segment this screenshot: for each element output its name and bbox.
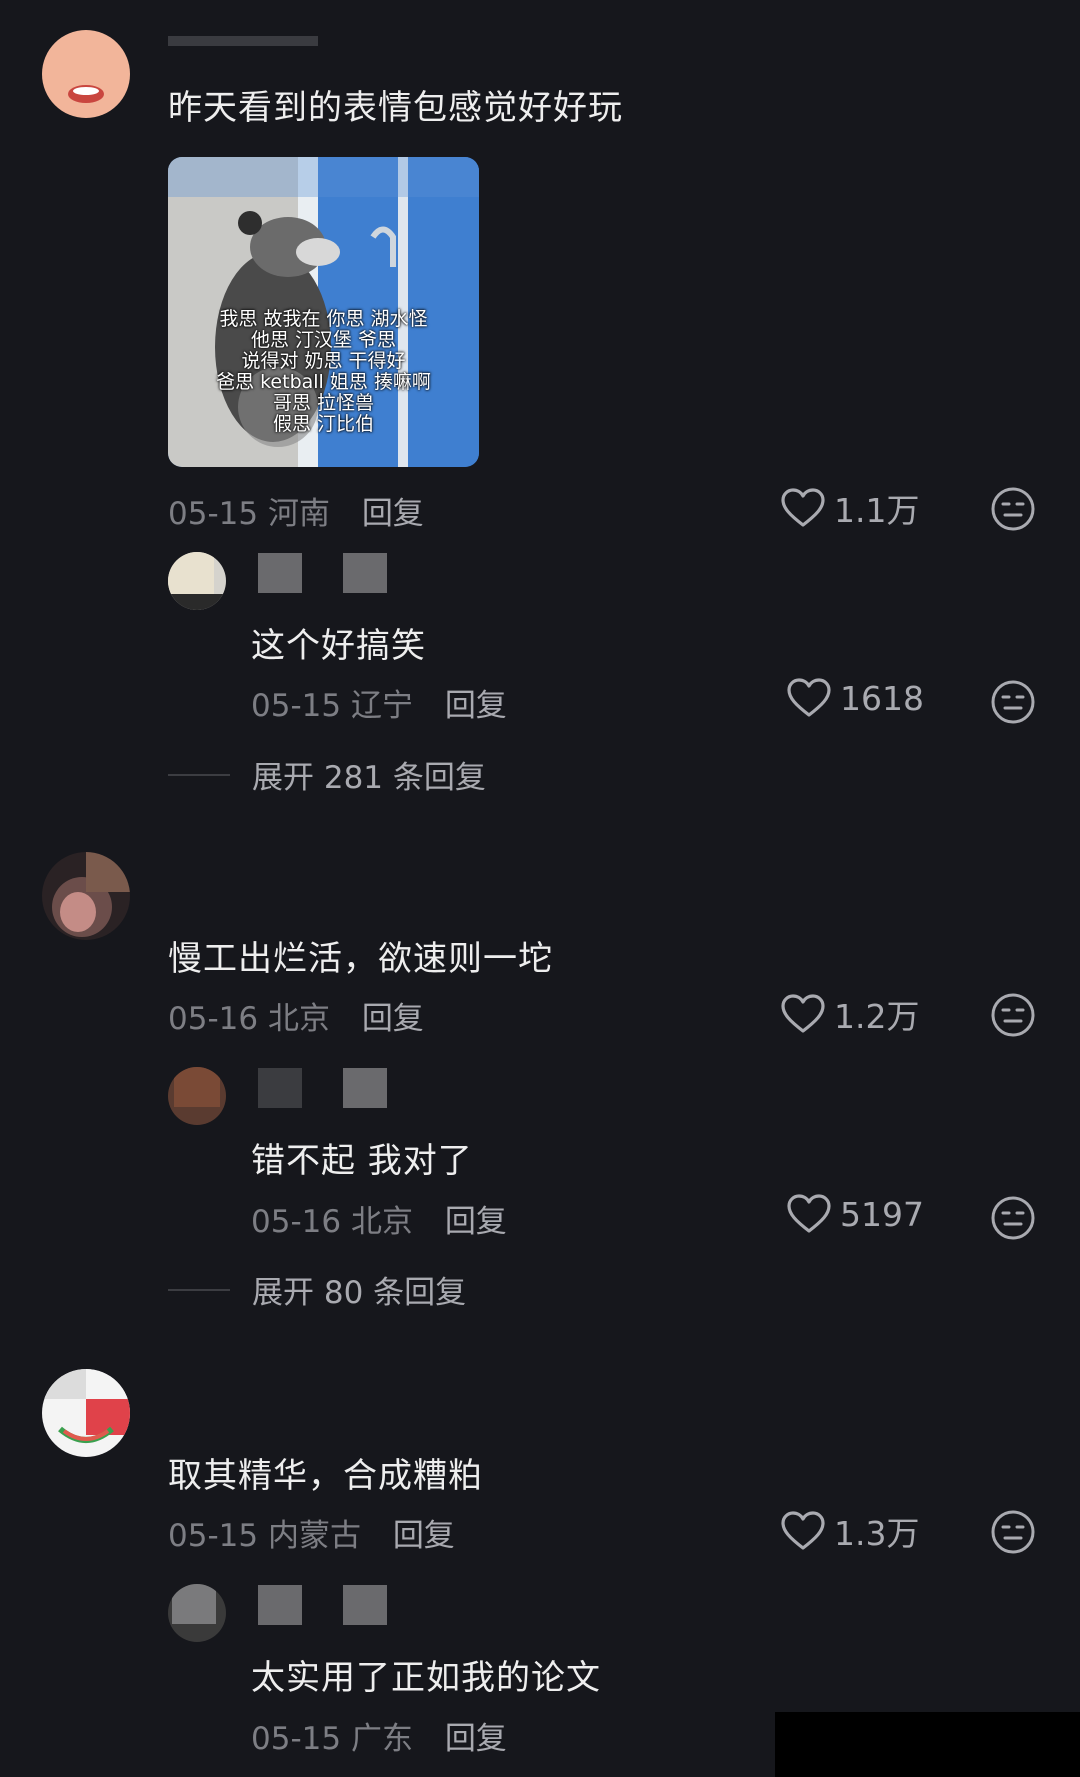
neutral-face-icon[interactable]: [990, 679, 1036, 725]
reply-location: 辽宁: [350, 688, 413, 724]
comment-text: 慢工出烂活，欲速则一坨: [168, 939, 553, 979]
reply-meta: 05-15 辽宁 回复: [251, 680, 507, 725]
divider-line: [168, 1288, 230, 1291]
divider-line: [168, 773, 230, 776]
comment-location: 内蒙古: [267, 1518, 361, 1554]
cropped-overlay: [775, 1712, 1080, 1777]
reply-button[interactable]: 回复: [445, 1721, 507, 1757]
like-count: 1.2万: [834, 997, 920, 1036]
neutral-face-icon[interactable]: [990, 1195, 1036, 1241]
user-avatar[interactable]: [42, 852, 130, 940]
reply-location: 广东: [350, 1721, 413, 1757]
expand-replies-button[interactable]: 展开 281 条回复: [168, 752, 486, 797]
reply-button[interactable]: 回复: [445, 688, 507, 724]
expand-label: 展开 80 条回复: [252, 1275, 467, 1311]
reply-location: 北京: [350, 1204, 413, 1240]
comment-text: 昨天看到的表情包感觉好好玩: [168, 88, 623, 128]
reply-button[interactable]: 回复: [362, 1001, 424, 1037]
comment-date: 05-16: [168, 1001, 259, 1037]
comment-meta: 05-15 内蒙古 回复: [168, 1510, 455, 1555]
like-button[interactable]: 1.1万: [780, 484, 919, 532]
comment-meta: 05-16 北京 回复: [168, 993, 424, 1038]
reply-meta: 05-16 北京 回复: [251, 1196, 507, 1241]
like-count: 1.1万: [834, 491, 920, 530]
reply-avatar[interactable]: [168, 1067, 226, 1125]
comment-location: 河南: [267, 496, 330, 532]
like-button[interactable]: 1.3万: [780, 1507, 919, 1555]
blurred-username: [258, 1585, 302, 1625]
reply-button[interactable]: 回复: [445, 1204, 507, 1240]
comment-date: 05-15: [168, 1518, 259, 1554]
comment-date: 05-15: [168, 496, 259, 532]
meme-image[interactable]: 我思 故我在 你思 湖水怪 他思 汀汉堡 爷思 说得对 奶思 干得好 爸思 ke…: [168, 157, 479, 467]
expand-replies-button[interactable]: 展开 80 条回复: [168, 1267, 466, 1312]
user-avatar[interactable]: [42, 1369, 130, 1457]
like-button[interactable]: 5197: [786, 1193, 924, 1235]
reply-date: 05-15: [251, 1721, 342, 1757]
reply-date: 05-16: [251, 1204, 342, 1240]
blurred-username: [343, 1068, 387, 1108]
comment-meta: 05-15 河南 回复: [168, 488, 424, 533]
reply-avatar[interactable]: [168, 1584, 226, 1642]
blurred-username: [258, 1068, 302, 1108]
like-count: 1618: [840, 678, 924, 718]
reply-date: 05-15: [251, 688, 342, 724]
reply-meta: 05-15 广东 回复: [251, 1713, 507, 1758]
reply-text: 这个好搞笑: [251, 626, 426, 666]
heart-outline-icon: [787, 678, 831, 717]
blurred-username: [258, 553, 302, 593]
reply-button[interactable]: 回复: [393, 1518, 455, 1554]
heart-outline-icon: [781, 488, 825, 527]
like-count: 5197: [840, 1194, 924, 1234]
like-count: 1.3万: [834, 1514, 920, 1553]
neutral-face-icon[interactable]: [990, 992, 1036, 1038]
comment-list: 昨天看到的表情包感觉好好玩 我思 故我在 你思 湖水怪 他思 汀汉堡 爷思 说得…: [0, 0, 1080, 1777]
blurred-username: [343, 1585, 387, 1625]
heart-outline-icon: [781, 1511, 825, 1550]
blurred-username: [343, 553, 387, 593]
comment-location: 北京: [267, 1001, 330, 1037]
meme-caption: 我思 故我在 你思 湖水怪 他思 汀汉堡 爷思 说得对 奶思 干得好 爸思 ke…: [216, 308, 431, 435]
expand-label: 展开 281 条回复: [252, 760, 486, 796]
like-button[interactable]: 1618: [786, 677, 924, 719]
like-button[interactable]: 1.2万: [780, 990, 919, 1038]
reply-text: 太实用了正如我的论文: [251, 1658, 601, 1698]
user-avatar[interactable]: [42, 30, 130, 118]
blurred-username: [168, 36, 318, 46]
heart-outline-icon: [787, 1194, 831, 1233]
neutral-face-icon[interactable]: [990, 486, 1036, 532]
reply-text: 错不起 我对了: [251, 1141, 473, 1181]
reply-button[interactable]: 回复: [362, 496, 424, 532]
comment-text: 取其精华，合成糟粕: [168, 1456, 483, 1496]
neutral-face-icon[interactable]: [990, 1509, 1036, 1555]
reply-avatar[interactable]: [168, 552, 226, 610]
heart-outline-icon: [781, 994, 825, 1033]
